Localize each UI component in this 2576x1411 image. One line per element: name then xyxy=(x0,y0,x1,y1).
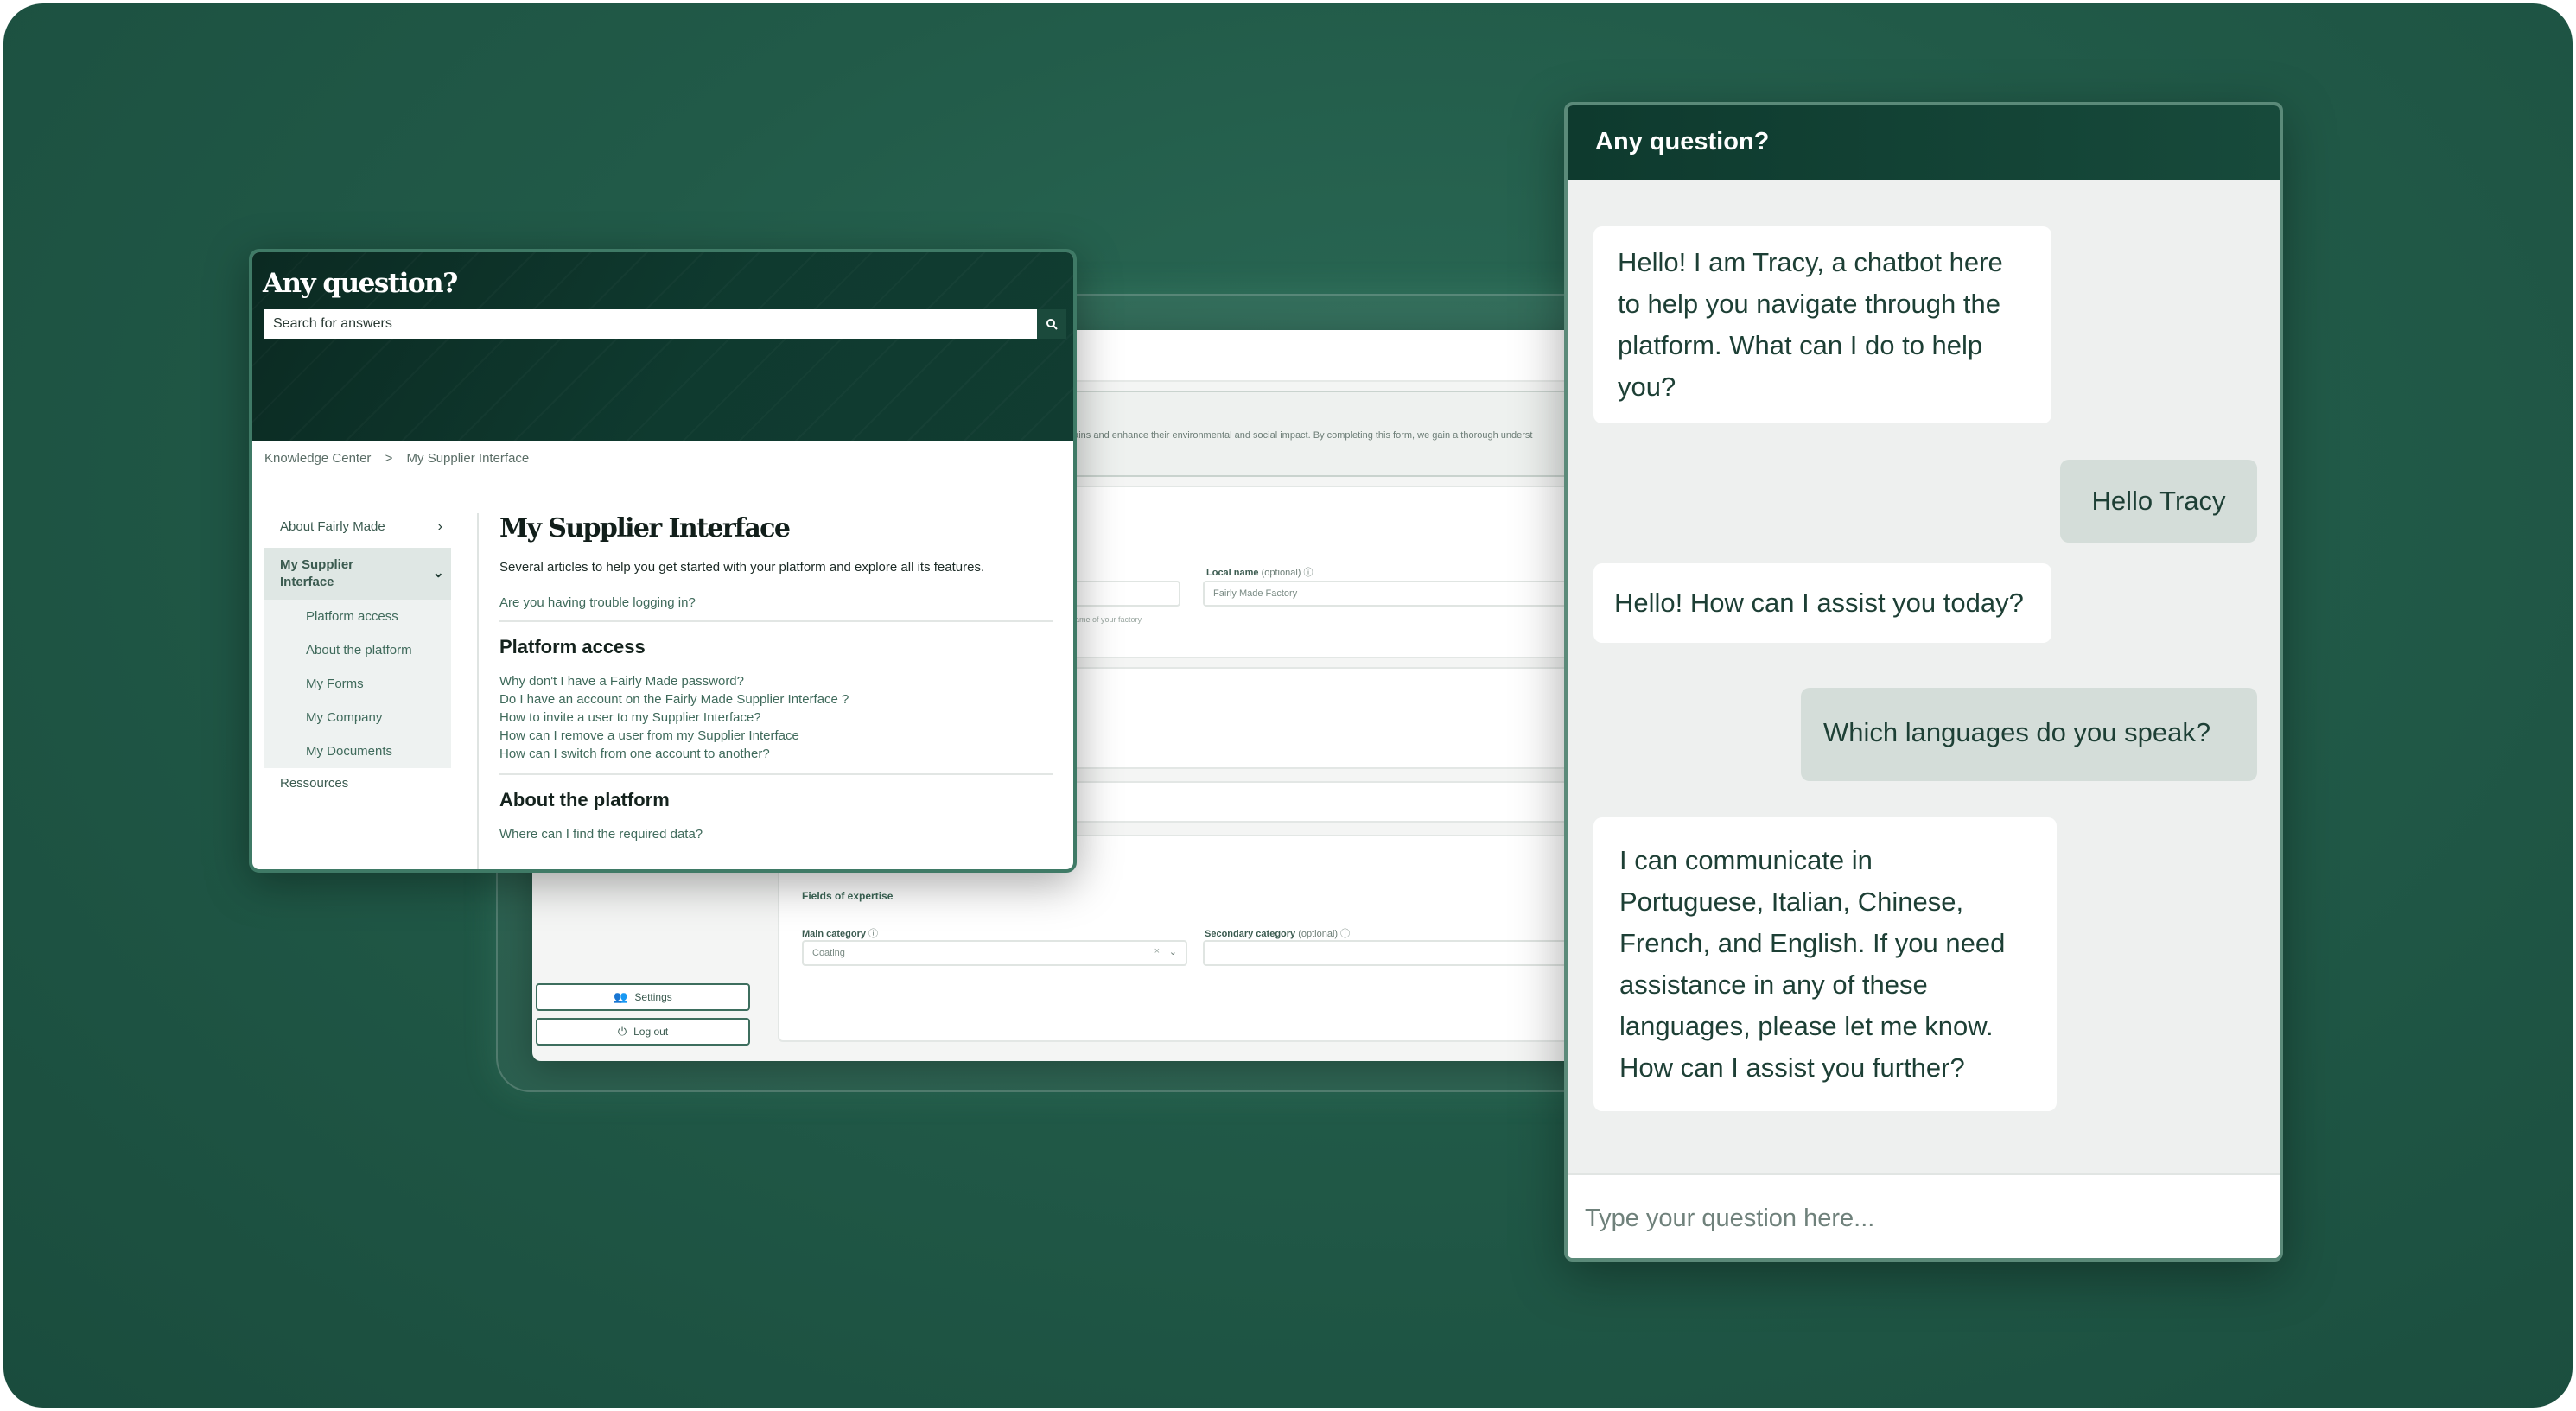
trouble-logging-link[interactable]: Are you having trouble logging in? xyxy=(499,595,1053,610)
user-message: Hello Tracy xyxy=(2060,460,2257,543)
sidebar-item-my-documents[interactable]: My Documents xyxy=(264,734,451,768)
chevron-down-icon: ⌄ xyxy=(432,566,444,581)
article-link[interactable]: How can I switch from one account to ano… xyxy=(499,745,1053,763)
platform-access-links: Why don't I have a Fairly Made password?… xyxy=(499,672,1053,763)
sidebar-item-resources[interactable]: Ressources xyxy=(264,770,451,798)
chevron-down-icon[interactable]: ⌄ xyxy=(1169,946,1177,957)
page-lead: Several articles to help you get started… xyxy=(499,560,985,575)
sidebar-group-header[interactable]: My Supplier Interface ⌄ xyxy=(264,548,451,600)
knowledge-hero: Any question? xyxy=(252,252,1073,441)
search-icon xyxy=(1046,319,1058,330)
breadcrumb: Knowledge Center > My Supplier Interface xyxy=(264,451,539,466)
sidebar-item-my-company[interactable]: My Company xyxy=(264,701,451,734)
sidebar-divider xyxy=(477,513,479,869)
article-link[interactable]: How can I remove a user from my Supplier… xyxy=(499,727,1053,745)
main-category-select[interactable]: Coating × ⌄ xyxy=(802,940,1187,966)
breadcrumb-separator: > xyxy=(385,451,393,466)
article-link[interactable]: Do I have an account on the Fairly Made … xyxy=(499,690,1053,709)
platform-info-text: hains and enhance their environmental an… xyxy=(1068,430,1533,441)
sidebar-item-about-fairly-made[interactable]: About Fairly Made › xyxy=(264,513,451,541)
sidebar-item-about-platform[interactable]: About the platform xyxy=(264,633,451,667)
chevron-right-icon: › xyxy=(437,519,442,534)
local-name-label: Local name (optional) ⓘ xyxy=(1206,568,1313,578)
knowledge-search-input[interactable] xyxy=(264,309,1037,339)
bot-message: Hello! How can I assist you today? xyxy=(1593,563,2051,643)
chatbot-window: Any question? Hello! I am Tracy, a chatb… xyxy=(1564,102,2283,1262)
user-message: Which languages do you speak? xyxy=(1801,688,2257,781)
knowledge-sidebar: About Fairly Made › My Supplier Interfac… xyxy=(264,513,451,798)
page-title: My Supplier Interface xyxy=(499,513,791,543)
users-icon: 👥 xyxy=(614,990,628,1003)
factory-name-hint: ame of your factory xyxy=(1075,615,1142,624)
power-icon: ⏻ xyxy=(617,1025,627,1038)
sidebar-item-platform-access[interactable]: Platform access xyxy=(264,600,451,633)
chat-message-input[interactable] xyxy=(1585,1194,2259,1243)
chat-header: Any question? xyxy=(1568,105,2280,180)
section-divider xyxy=(499,773,1053,775)
breadcrumb-knowledge-center[interactable]: Knowledge Center xyxy=(264,451,371,466)
chat-input-bar xyxy=(1568,1173,2280,1258)
info-icon: ⓘ xyxy=(1340,929,1351,939)
background-stage: hains and enhance their environmental an… xyxy=(3,3,2573,1408)
secondary-category-label: Secondary category (optional) ⓘ xyxy=(1205,929,1351,939)
article-link[interactable]: How to invite a user to my Supplier Inte… xyxy=(499,709,1053,727)
knowledge-article-list: My Supplier Interface Several articles t… xyxy=(499,513,1053,843)
logout-button[interactable]: ⏻ Log out xyxy=(536,1018,750,1046)
info-icon: ⓘ xyxy=(1303,568,1313,578)
settings-button[interactable]: 👥 Settings xyxy=(536,983,750,1011)
info-icon: ⓘ xyxy=(868,929,879,939)
section-divider xyxy=(499,620,1053,622)
section-platform-access-title: Platform access xyxy=(499,636,646,658)
about-platform-links: Where can I find the required data? xyxy=(499,825,1053,843)
section-about-platform-title: About the platform xyxy=(499,789,670,810)
bot-message: Hello! I am Tracy, a chatbot here to hel… xyxy=(1593,226,2051,423)
chat-title: Any question? xyxy=(1595,128,1770,156)
article-link[interactable]: Where can I find the required data? xyxy=(499,825,1053,843)
bot-message: I can communicate in Portuguese, Italian… xyxy=(1593,817,2057,1111)
knowledge-center-window: Any question? Knowledge Center > My Supp… xyxy=(249,249,1077,873)
sidebar-group-supplier-interface: My Supplier Interface ⌄ Platform access … xyxy=(264,548,451,768)
knowledge-title: Any question? xyxy=(263,268,458,299)
breadcrumb-current[interactable]: My Supplier Interface xyxy=(407,451,530,466)
search-button[interactable] xyxy=(1037,309,1066,339)
main-category-label: Main category ⓘ xyxy=(802,929,879,939)
sidebar-item-my-forms[interactable]: My Forms xyxy=(264,667,451,701)
clear-icon[interactable]: × xyxy=(1154,946,1160,957)
article-link[interactable]: Why don't I have a Fairly Made password? xyxy=(499,672,1053,690)
fields-of-expertise-title: Fields of expertise xyxy=(802,890,894,902)
